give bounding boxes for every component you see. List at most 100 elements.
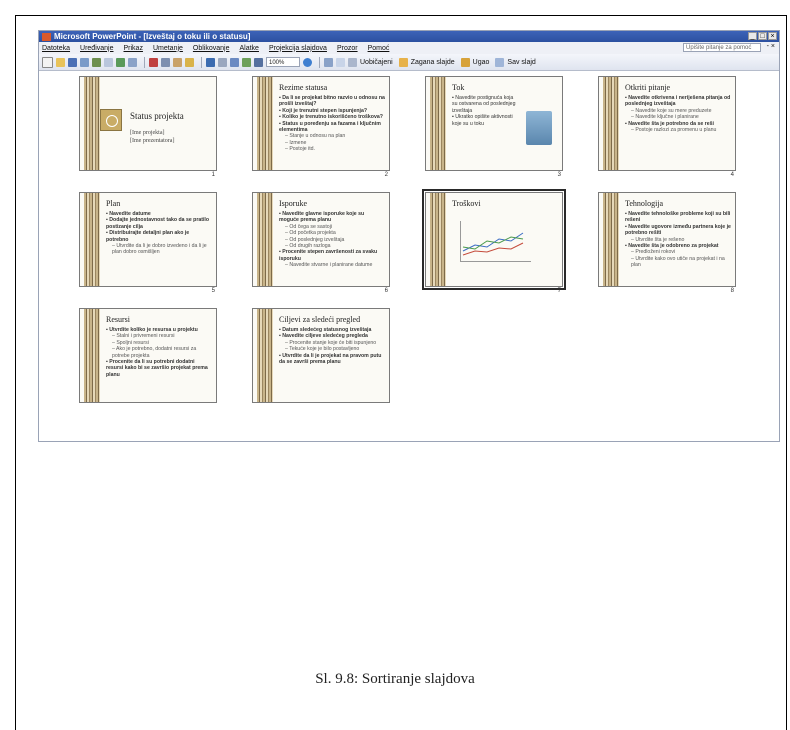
- bullet: ▪ Navedite postignuća koja su ostvarena …: [452, 95, 516, 114]
- toolbar-separator: [201, 56, 202, 68]
- slide-thumbnail[interactable]: Status projekta [Ime projekta] [Ime prez…: [79, 76, 217, 171]
- menu-prikaz[interactable]: Prikaz: [124, 45, 143, 52]
- slide-1[interactable]: Status projekta [Ime projekta] [Ime prez…: [79, 76, 217, 178]
- toolbar-normal-view[interactable]: Uobičajeni: [360, 59, 393, 66]
- slide-title: Ciljevi za sledeći pregled: [279, 315, 361, 324]
- slide-thumbnail[interactable]: Plan ▪ Navedite datume ▪ Dodajte jednost…: [79, 192, 217, 287]
- title-bar: Microsoft PowerPoint - [Izveštaj o toku …: [39, 31, 779, 42]
- clipart-person-icon: [526, 111, 552, 145]
- slide-design-icon[interactable]: [324, 57, 333, 67]
- slide-number: 3: [557, 172, 561, 178]
- slide-title: Tehnologija: [625, 199, 664, 208]
- slide-number: 5: [211, 288, 215, 294]
- slide-7[interactable]: Troškovi 7: [422, 189, 566, 294]
- menu-projekcija[interactable]: Projekcija slajdova: [269, 45, 327, 52]
- slide-10[interactable]: Ciljevi za sledeći pregled ▪ Datum slede…: [252, 308, 390, 403]
- ask-question-input[interactable]: Upišite pitanje za pomoć: [683, 43, 761, 52]
- slide-title: Plan: [106, 199, 121, 208]
- bullet: ▪ Da li se projekat bitno razvio u odnos…: [279, 95, 385, 108]
- new-slide-icon[interactable]: [398, 57, 408, 67]
- paste-icon[interactable]: [173, 57, 182, 67]
- subtitle-line: [Ime projekta]: [130, 130, 165, 136]
- slide-border-stripes: [84, 193, 100, 286]
- slide-sorter: Status projekta [Ime projekta] [Ime prez…: [39, 72, 779, 441]
- menu-prozor[interactable]: Prozor: [337, 45, 358, 52]
- insert-chart-icon[interactable]: [230, 57, 239, 67]
- bullet: ▪ Koliko je trenutno iskorišćeno troškov…: [279, 114, 383, 121]
- hide-slide-icon[interactable]: [348, 57, 357, 67]
- slide-4[interactable]: Otkriti pitanje ▪ Navedite otkrivena i n…: [598, 76, 736, 178]
- tables-borders-icon[interactable]: [254, 57, 263, 67]
- slide-thumbnail[interactable]: Ciljevi za sledeći pregled ▪ Datum slede…: [252, 308, 390, 403]
- research-icon[interactable]: [128, 57, 137, 67]
- slide-5[interactable]: Plan ▪ Navedite datume ▪ Dodajte jednost…: [79, 192, 217, 294]
- menu-umetanje[interactable]: Umetanje: [153, 45, 183, 52]
- redo-icon[interactable]: [218, 57, 227, 67]
- transition-icon[interactable]: [336, 57, 345, 67]
- sub-bullet: – Ako je potrebno, dodatni resursi za po…: [112, 346, 197, 359]
- zoom-select[interactable]: 100%: [266, 57, 300, 67]
- maximize-button[interactable]: □: [758, 32, 767, 40]
- insert-table-icon[interactable]: [242, 57, 251, 67]
- slide-2[interactable]: Rezime statusa ▪ Da li se projekat bitno…: [252, 76, 390, 178]
- slide-9[interactable]: Resursi ▪ Utvrdite koliko je resursa u p…: [79, 308, 217, 403]
- slide-number: 1: [211, 172, 215, 178]
- new-icon[interactable]: [42, 56, 53, 68]
- slide-title: Otkriti pitanje: [625, 83, 671, 92]
- permission-icon[interactable]: [80, 57, 89, 67]
- menu-alatke[interactable]: Alatke: [240, 45, 259, 52]
- slide-title: Tok: [452, 83, 465, 92]
- close-document-button[interactable]: - ×: [767, 43, 775, 50]
- angle-icon[interactable]: [460, 57, 470, 67]
- slide-6[interactable]: Isporuke ▪ Navedite glavne isporuke koje…: [252, 192, 390, 294]
- slide-border-stripes: [257, 193, 273, 286]
- slide-border-stripes: [430, 77, 446, 170]
- slide-body: ▪ Navedite otkrivena i neriješena pitanj…: [625, 95, 731, 133]
- format-painter-icon[interactable]: [185, 57, 194, 67]
- slide-border-stripes: [430, 193, 446, 286]
- toolbar-all-slides[interactable]: Sav slajd: [507, 59, 535, 66]
- save-icon[interactable]: [68, 57, 77, 67]
- bullet: ▪ Procenite da li su potrebni dodatni re…: [106, 359, 208, 378]
- help-icon[interactable]: [303, 57, 312, 67]
- toolbar-new-slide[interactable]: Zagana slajde: [411, 59, 455, 66]
- cut-icon[interactable]: [149, 57, 158, 67]
- minimize-button[interactable]: _: [748, 32, 757, 40]
- slide-8[interactable]: Tehnologija ▪ Navedite tehnološke proble…: [598, 192, 736, 294]
- slide-thumbnail[interactable]: Resursi ▪ Utvrdite koliko je resursa u p…: [79, 308, 217, 403]
- toolbar-separator: [319, 56, 320, 68]
- slide-border-stripes: [603, 193, 619, 286]
- toolbar-angle[interactable]: Ugao: [473, 59, 490, 66]
- slide-thumbnail[interactable]: Isporuke ▪ Navedite glavne isporuke koje…: [252, 192, 390, 287]
- slide-3[interactable]: Tok ▪ Navedite postignuća koja su ostvar…: [425, 76, 563, 178]
- menu-datoteka[interactable]: Datoteka: [42, 45, 70, 52]
- menu-pomoc[interactable]: Pomoć: [368, 45, 390, 52]
- print-preview-icon[interactable]: [104, 57, 113, 67]
- open-icon[interactable]: [56, 57, 65, 67]
- slide-thumbnail[interactable]: Otkriti pitanje ▪ Navedite otkrivena i n…: [598, 76, 736, 171]
- slide-title: Status projekta: [130, 111, 184, 121]
- slide-border-stripes: [84, 309, 100, 402]
- spelling-icon[interactable]: [116, 57, 125, 67]
- slide-body: ▪ Navedite postignuća koja su ostvarena …: [452, 95, 516, 127]
- slide-thumbnail[interactable]: Rezime statusa ▪ Da li se projekat bitno…: [252, 76, 390, 171]
- menu-oblikovanje[interactable]: Oblikovanje: [193, 45, 230, 52]
- slide-thumbnail[interactable]: Tok ▪ Navedite postignuća koja su ostvar…: [425, 76, 563, 171]
- copy-icon[interactable]: [161, 57, 170, 67]
- slide-body: ▪ Navedite tehnološke probleme koji su b…: [625, 211, 731, 269]
- print-icon[interactable]: [92, 57, 101, 67]
- slide-border-stripes: [84, 77, 100, 170]
- all-slides-icon[interactable]: [495, 57, 505, 67]
- bullet: ▪ Navedite tehnološke probleme koji su b…: [625, 211, 731, 224]
- slide-thumbnail[interactable]: Tehnologija ▪ Navedite tehnološke proble…: [598, 192, 736, 287]
- undo-icon[interactable]: [206, 57, 215, 67]
- menu-uredjivanje[interactable]: Uređivanje: [80, 45, 113, 52]
- slide-body: ▪ Datum sledećeg statusnog izveštaja ▪ N…: [279, 327, 385, 365]
- sub-bullet: – Utvrdite kako ovo utiče na projekat i …: [631, 255, 725, 269]
- close-button[interactable]: ×: [768, 32, 777, 40]
- sub-bullet: – Postoje itd.: [285, 146, 315, 153]
- slide-thumbnail-selected[interactable]: Troškovi: [422, 189, 566, 290]
- bullet: ▪ Utvrdite da li je projekat na pravom p…: [279, 352, 382, 366]
- powerpoint-window: Microsoft PowerPoint - [Izveštaj o toku …: [38, 30, 780, 442]
- slide-number: 2: [384, 172, 388, 178]
